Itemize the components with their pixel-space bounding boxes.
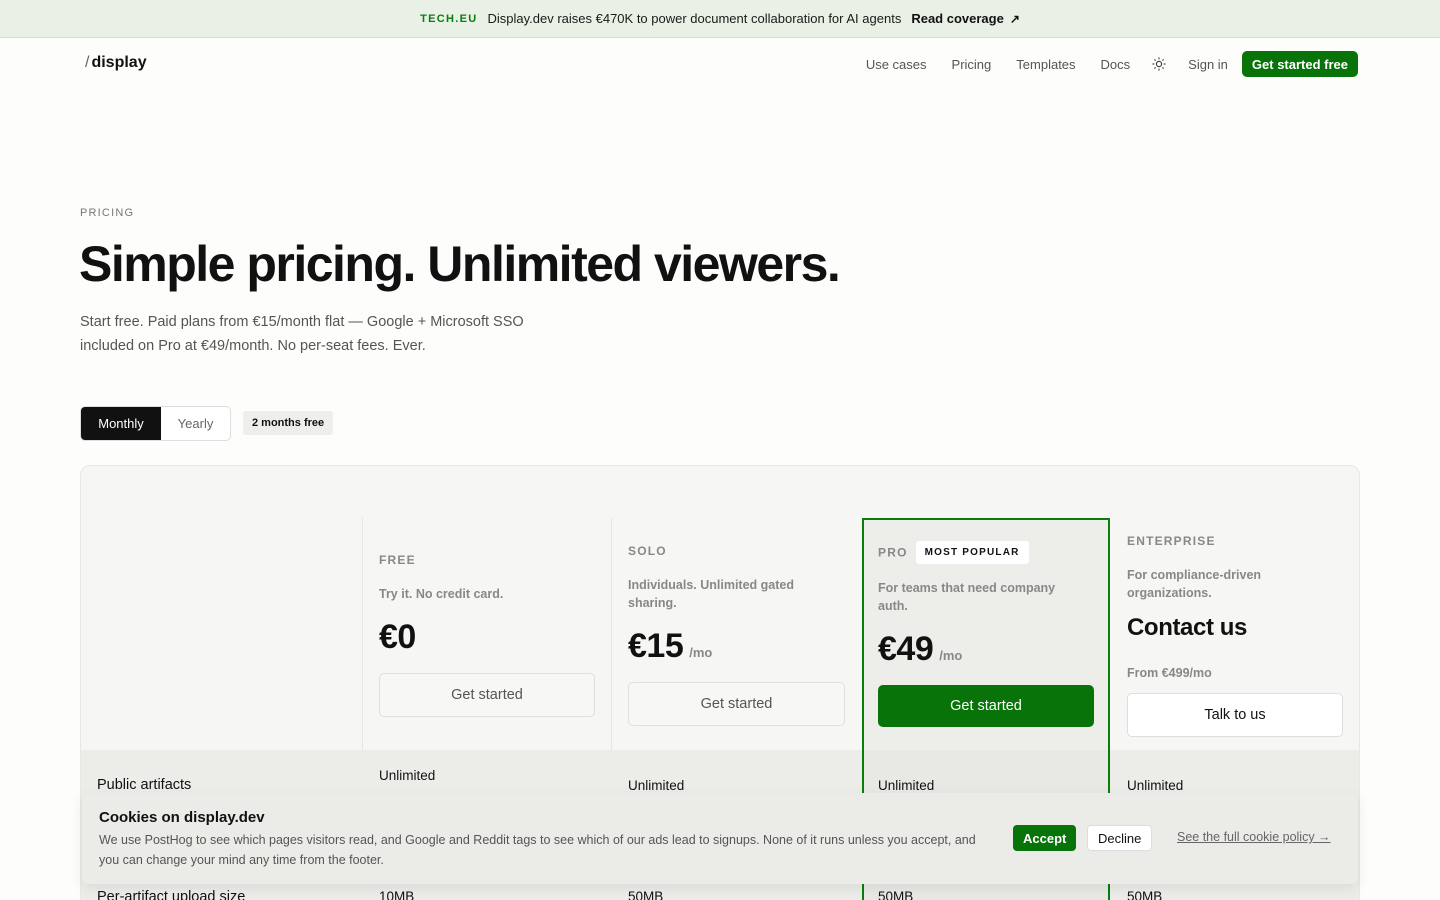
free-tier-label: FREE: [379, 553, 416, 567]
logo-slash[interactable]: /: [85, 54, 89, 71]
nav-link-templates[interactable]: Templates: [1016, 57, 1075, 72]
pro-plan-description: For teams that need company auth.: [878, 581, 1056, 613]
free-plan-description: Try it. No credit card.: [379, 587, 504, 601]
enterprise-from-price: From €499/mo: [1127, 666, 1212, 680]
pro-price-period: /mo: [939, 648, 963, 663]
page-title: Simple pricing. Unlimited viewers.: [79, 236, 841, 292]
nav-link-use-cases[interactable]: Use cases: [866, 57, 927, 72]
get-started-free-button[interactable]: Get started free: [1241, 51, 1358, 77]
column-divider: [362, 518, 363, 750]
feature-label-upload-size: Per-artifact upload size: [97, 889, 246, 900]
pricing-eyebrow: PRICING: [80, 207, 135, 219]
solo-tier-label: SOLO: [628, 544, 667, 558]
sign-in-link[interactable]: Sign in: [1188, 57, 1228, 72]
free-public-artifacts: Unlimited: [379, 768, 436, 783]
cookie-accept-button[interactable]: Accept: [1013, 825, 1077, 851]
billing-toggle: Monthly Yearly: [80, 406, 231, 441]
nav-link-docs[interactable]: Docs: [1101, 57, 1131, 72]
pro-plan-price: €49: [878, 630, 934, 668]
pro-upload-size: 50MB: [878, 889, 914, 900]
pro-get-started-button[interactable]: Get started: [878, 685, 1094, 727]
cookie-title: Cookies on display.dev: [99, 809, 265, 826]
billing-yearly-option[interactable]: Yearly: [161, 407, 230, 440]
sun-icon[interactable]: [1152, 57, 1166, 71]
page-subtitle: Start free. Paid plans from €15/month fl…: [80, 314, 524, 354]
column-divider: [611, 518, 612, 750]
enterprise-upload-size: 50MB: [1127, 889, 1163, 900]
feature-label-public-artifacts: Public artifacts: [97, 777, 192, 793]
read-coverage-link[interactable]: Read coverage ↗: [911, 11, 1020, 26]
enterprise-plan-description: For compliance-driven organizations.: [1127, 568, 1262, 600]
top-nav: / display Use cases Pricing Templates Doc…: [0, 38, 1440, 88]
logo-word[interactable]: display: [91, 54, 146, 71]
solo-get-started-button[interactable]: Get started: [628, 682, 845, 726]
free-get-started-button[interactable]: Get started: [379, 673, 595, 717]
read-coverage-label[interactable]: Read coverage: [911, 11, 1004, 26]
cookie-decline-button[interactable]: Decline: [1087, 825, 1153, 851]
logo[interactable]: / display: [85, 54, 147, 72]
announcement-source: TECH.EU: [420, 12, 478, 25]
pro-tier-line: PRO MOST POPULAR: [878, 541, 1029, 564]
cookie-text: We use PostHog to see which pages visito…: [99, 833, 976, 867]
external-arrow-icon[interactable]: ↗: [1010, 12, 1020, 26]
solo-public-artifacts: Unlimited: [628, 778, 685, 793]
free-upload-size: 10MB: [379, 889, 415, 900]
two-months-free-badge: 2 months free: [243, 411, 334, 435]
announcement-message: Display.dev raises €470K to power docume…: [487, 11, 902, 26]
cookie-banner: Cookies on display.dev We use PostHog to…: [82, 793, 1358, 884]
most-popular-badge: MOST POPULAR: [915, 541, 1029, 564]
free-plan-price: €0: [379, 618, 416, 656]
solo-price-period: /mo: [689, 645, 713, 660]
pro-price-line: €49/mo: [878, 630, 962, 669]
billing-monthly-option[interactable]: Monthly: [81, 407, 161, 440]
talk-to-us-button[interactable]: Talk to us: [1127, 693, 1343, 737]
enterprise-tier-label: ENTERPRISE: [1127, 534, 1216, 548]
solo-price-line: €15/mo: [628, 627, 712, 666]
nav-links: Use cases Pricing Templates Docs Sign in…: [866, 51, 1358, 77]
pro-public-artifacts: Unlimited: [878, 778, 935, 793]
cookie-policy-link[interactable]: See the full cookie policy →: [1177, 830, 1331, 844]
announcement-bar: TECH.EU Display.dev raises €470K to powe…: [0, 0, 1440, 38]
solo-plan-price: €15: [628, 627, 684, 665]
enterprise-contact-heading: Contact us: [1127, 614, 1248, 641]
pro-tier-label: PRO: [878, 545, 908, 560]
nav-link-pricing[interactable]: Pricing: [952, 57, 992, 72]
solo-plan-description: Individuals. Unlimited gated sharing.: [628, 578, 794, 610]
enterprise-public-artifacts: Unlimited: [1127, 778, 1184, 793]
solo-upload-size: 50MB: [628, 889, 664, 900]
